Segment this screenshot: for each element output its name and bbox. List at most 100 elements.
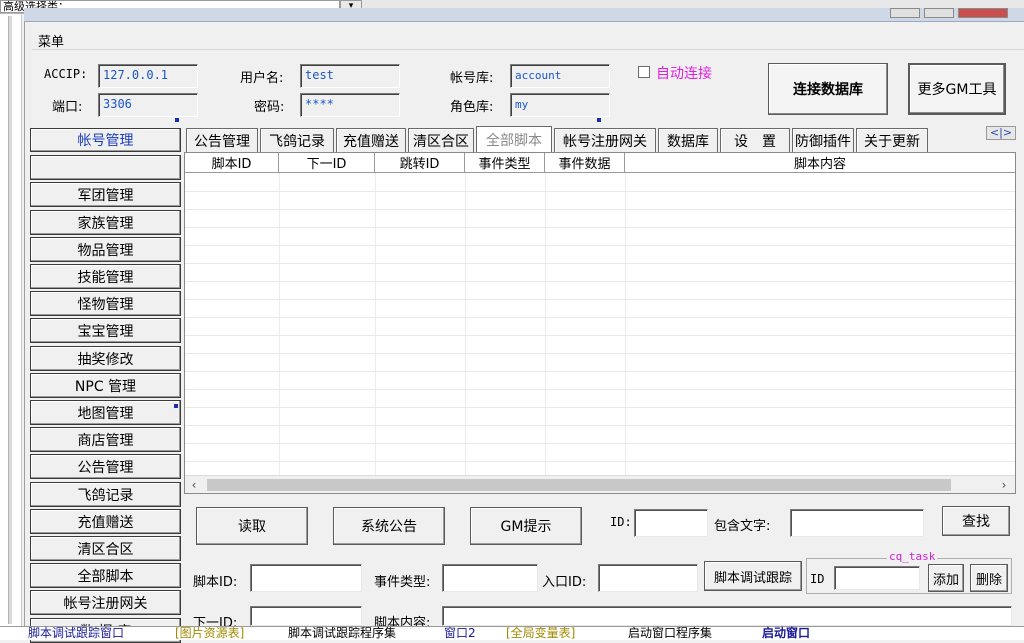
tab-item[interactable]: 充值赠送: [336, 128, 406, 152]
horizontal-scrollbar[interactable]: ‹ ›: [185, 475, 1015, 493]
auto-connect-checkbox[interactable]: [638, 66, 650, 78]
nav-item[interactable]: 商店管理: [30, 427, 181, 452]
script-debug-trace-button[interactable]: 脚本调试跟踪: [704, 561, 802, 591]
nav-item[interactable]: 怪物管理: [30, 291, 181, 316]
system-announce-button[interactable]: 系统公告: [333, 507, 445, 545]
nav-item[interactable]: 地图管理: [30, 400, 181, 425]
script-table: 脚本ID 下一ID 跳转ID 事件类型 事件数据 脚本内容 ‹ ›: [184, 152, 1016, 494]
bottom-tab[interactable]: 启动窗口: [762, 626, 810, 640]
maximize-icon[interactable]: [924, 8, 954, 18]
scrollbar-thumb[interactable]: [207, 479, 951, 491]
gutter-bar: [8, 16, 12, 624]
entry-id-label: 入口ID:: [542, 575, 587, 590]
grid-row-line: [185, 407, 1015, 408]
tab-item[interactable]: 数据库: [658, 128, 718, 152]
accip-field[interactable]: 127.0.0.1: [98, 64, 198, 88]
cq-task-caption: cq_task: [887, 550, 938, 563]
tab-item[interactable]: 清区合区: [408, 128, 474, 152]
bottom-tab[interactable]: [全局变量表]: [506, 626, 575, 640]
id-input[interactable]: [634, 509, 708, 537]
tab-item[interactable]: 防御插件: [792, 128, 854, 152]
nav-item[interactable]: 公告管理: [30, 454, 181, 479]
port-field[interactable]: 3306: [98, 93, 198, 117]
password-field[interactable]: ****: [300, 93, 400, 117]
nav-blank-item[interactable]: [30, 155, 181, 180]
left-gutter: [0, 14, 22, 626]
tab-item[interactable]: 全部脚本: [476, 126, 552, 152]
search-button[interactable]: 查找: [942, 506, 1010, 536]
bottom-tab[interactable]: 脚本调试跟踪窗口: [28, 626, 124, 640]
resize-handle: [597, 118, 601, 122]
add-button[interactable]: 添加: [928, 564, 964, 592]
grid-row-line: [185, 191, 1015, 192]
minimize-icon[interactable]: [890, 8, 920, 18]
column-header[interactable]: 脚本ID: [185, 153, 279, 173]
nav-item[interactable]: 全部脚本: [30, 563, 181, 588]
accip-label: ACCIP:: [44, 67, 88, 81]
nav-item[interactable]: 清区合区: [30, 536, 181, 561]
tab-item[interactable]: 设 置: [720, 128, 790, 152]
nav-item[interactable]: 帐号注册网关: [30, 590, 181, 615]
read-button[interactable]: 读取: [196, 507, 308, 545]
gm-tip-button[interactable]: GM提示: [470, 507, 582, 545]
bottom-tab[interactable]: 窗口2: [444, 626, 476, 640]
scroll-right-icon[interactable]: ›: [995, 476, 1013, 494]
delete-button[interactable]: 删除: [970, 564, 1008, 592]
bottom-tab[interactable]: 脚本调试跟踪程序集: [288, 626, 396, 640]
connect-db-button[interactable]: 连接数据库: [768, 63, 888, 115]
nav-item[interactable]: 帐号管理: [30, 128, 181, 152]
grid-row-line: [185, 245, 1015, 246]
grid-column-line: [279, 173, 280, 475]
tab-scroll-arrows-icon[interactable]: <|>: [986, 126, 1016, 140]
grid-row-line: [185, 317, 1015, 318]
column-header[interactable]: 下一ID: [279, 153, 375, 173]
grid-row-line: [185, 461, 1015, 462]
grid-row-line: [185, 335, 1015, 336]
grid-row-line: [185, 389, 1015, 390]
grid-row-line: [185, 299, 1015, 300]
grid-column-line: [465, 173, 466, 475]
nav-item[interactable]: 物品管理: [30, 237, 181, 262]
tab-item[interactable]: 关于更新: [856, 128, 928, 152]
tab-item[interactable]: 帐号注册网关: [554, 128, 656, 152]
nav-item[interactable]: 宝宝管理: [30, 318, 181, 343]
column-header[interactable]: 跳转ID: [375, 153, 465, 173]
cq-task-id-input[interactable]: [834, 566, 920, 590]
username-field[interactable]: test: [300, 64, 400, 88]
port-label: 端口:: [52, 100, 83, 115]
next-id-input[interactable]: [250, 606, 362, 626]
nav-item[interactable]: 军团管理: [30, 182, 181, 207]
grid-column-line: [545, 173, 546, 475]
menu-bar: 菜单: [32, 28, 1024, 50]
nav-item[interactable]: 家族管理: [30, 210, 181, 235]
nav-item[interactable]: 技能管理: [30, 264, 181, 289]
column-header[interactable]: 脚本内容: [625, 153, 1015, 173]
tab-item[interactable]: 飞鸽记录: [260, 128, 334, 152]
column-header[interactable]: 事件数据: [545, 153, 625, 173]
menu-item[interactable]: 菜单: [38, 31, 64, 50]
grid-column-line: [625, 173, 626, 475]
contains-text-label: 包含文字:: [714, 519, 771, 534]
nav-item[interactable]: 抽奖修改: [30, 346, 181, 371]
tab-item[interactable]: 公告管理: [186, 128, 258, 152]
script-id-label: 脚本ID:: [193, 575, 238, 590]
nav-item[interactable]: NPC 管理: [30, 373, 181, 398]
entry-id-input[interactable]: [598, 564, 698, 592]
scroll-left-icon[interactable]: ‹: [185, 476, 203, 494]
more-gm-tools-button[interactable]: 更多GM工具: [908, 63, 1006, 115]
resize-handle: [175, 118, 179, 122]
bottom-tab[interactable]: 启动窗口程序集: [628, 626, 712, 640]
column-header[interactable]: 事件类型: [465, 153, 545, 173]
script-id-input[interactable]: [250, 564, 362, 592]
role-db-field[interactable]: my: [510, 93, 610, 117]
id-label: ID:: [610, 515, 632, 529]
script-content-input[interactable]: [442, 606, 1012, 626]
close-icon[interactable]: [958, 8, 1008, 18]
nav-item[interactable]: 充值赠送: [30, 509, 181, 534]
grid-row-line: [185, 371, 1015, 372]
contains-text-input[interactable]: [790, 509, 924, 537]
bottom-tab[interactable]: [图片资源表]: [175, 626, 244, 640]
account-db-field[interactable]: account: [510, 64, 610, 88]
nav-item[interactable]: 飞鸽记录: [30, 482, 181, 507]
event-type-input[interactable]: [442, 564, 538, 592]
